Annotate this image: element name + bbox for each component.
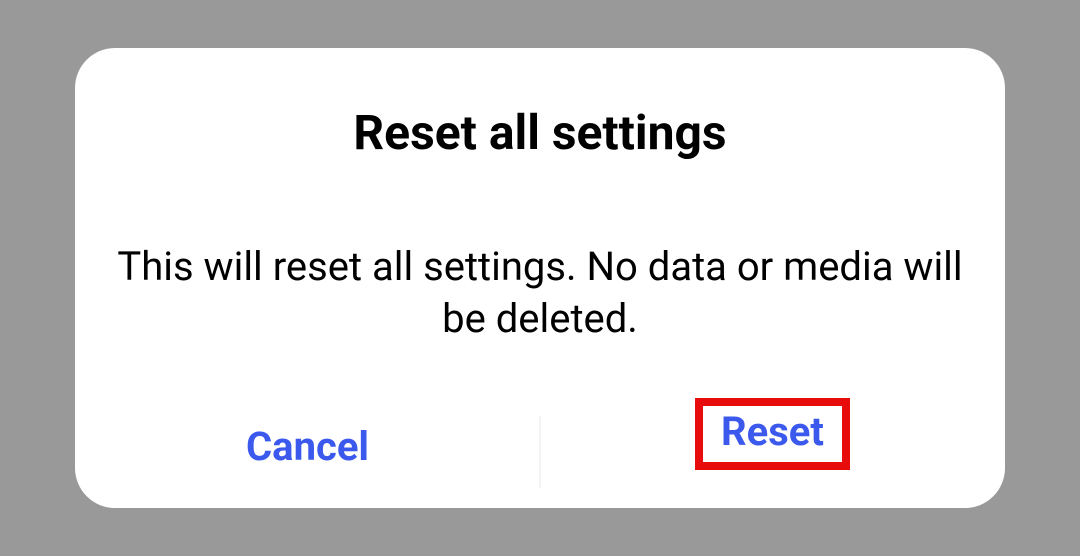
dialog-actions: Cancel Reset bbox=[75, 345, 1005, 508]
reset-button[interactable]: Reset bbox=[540, 384, 1005, 484]
cancel-button[interactable]: Cancel bbox=[75, 409, 540, 484]
dialog-body-text: This will reset all settings. No data or… bbox=[75, 241, 1005, 345]
reset-button-label: Reset bbox=[695, 398, 850, 470]
dialog-title: Reset all settings bbox=[75, 104, 1005, 161]
action-divider bbox=[540, 416, 541, 488]
confirm-dialog: Reset all settings This will reset all s… bbox=[75, 48, 1005, 508]
